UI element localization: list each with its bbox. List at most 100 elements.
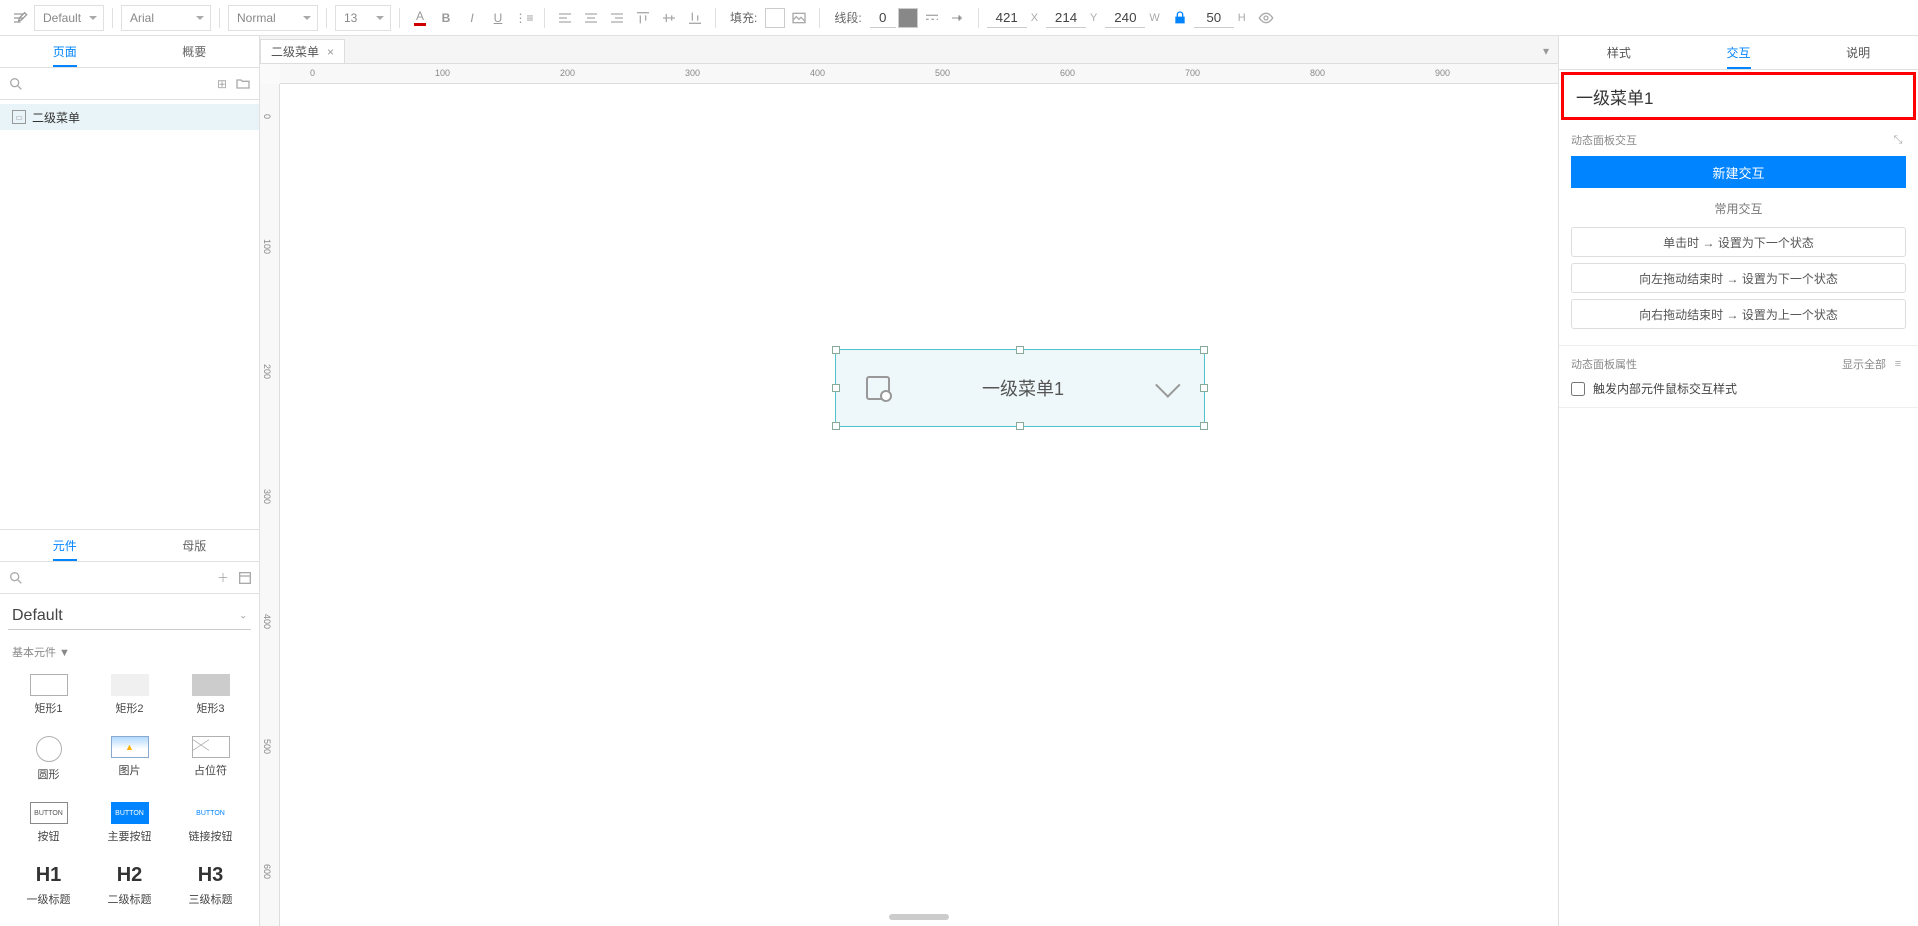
more-text-button[interactable]: ⋮≡	[512, 6, 536, 30]
ruler-tick: 500	[935, 68, 950, 78]
vertical-ruler[interactable]: 0100200300400500600	[260, 84, 280, 926]
library-dropdown[interactable]: Default	[8, 602, 251, 630]
page-tab[interactable]: 二级菜单 ×	[260, 39, 345, 63]
add-folder-icon[interactable]	[235, 76, 251, 92]
trigger-hover-checkbox[interactable]: 触发内部元件鼠标交互样式	[1571, 380, 1906, 397]
canvas[interactable]: 一级菜单1	[280, 84, 1558, 926]
tab-masters[interactable]: 母版	[130, 530, 260, 561]
selected-dynamic-panel[interactable]: 一级菜单1	[835, 349, 1205, 427]
horizontal-ruler[interactable]: 0100200300400500600700800900100011001200	[280, 64, 1558, 84]
element-name-field[interactable]: 一级菜单1	[1561, 72, 1916, 120]
tab-pages[interactable]: 页面	[0, 36, 130, 67]
resize-handle[interactable]	[832, 422, 840, 430]
new-interaction-button[interactable]: 新建交互	[1571, 156, 1906, 188]
x-label: X	[1031, 12, 1038, 24]
widget-item[interactable]: BUTTON链接按钮	[170, 794, 251, 852]
tab-notes[interactable]: 说明	[1798, 36, 1918, 69]
widget-item[interactable]: 矩形1	[8, 666, 89, 724]
pages-search-input[interactable]	[32, 76, 209, 91]
lock-aspect-icon[interactable]	[1168, 6, 1192, 30]
search-icon[interactable]	[8, 570, 24, 586]
w-input[interactable]	[1105, 8, 1145, 28]
ruler-tick: 500	[262, 739, 272, 754]
widget-item[interactable]: BUTTON主要按钮	[89, 794, 170, 852]
interaction-preset-button[interactable]: 向左拖动结束时 → 设置为下一个状态	[1571, 263, 1906, 293]
widget-item[interactable]: 矩形2	[89, 666, 170, 724]
widget-item[interactable]: H2二级标题	[89, 856, 170, 915]
right-panel: 样式 交互 说明 一级菜单1 动态面板交互 ⤡ 新建交互 常用交互 单击时 → …	[1558, 36, 1918, 926]
add-library-icon[interactable]: ＋	[217, 570, 229, 586]
search-icon[interactable]	[8, 76, 24, 92]
show-all-link[interactable]: 显示全部	[1842, 356, 1886, 372]
format-toolbar: Default Arial Normal 13 A B I U ⋮≡ 填充: 线…	[0, 0, 1918, 36]
ruler-tick: 200	[262, 364, 272, 379]
menu-icon[interactable]: ≡	[1890, 356, 1906, 372]
interaction-preset-button[interactable]: 单击时 → 设置为下一个状态	[1571, 227, 1906, 257]
align-center-button[interactable]	[579, 6, 603, 30]
ruler-tick: 0	[310, 68, 315, 78]
resize-handle[interactable]	[1200, 384, 1208, 392]
add-page-icon[interactable]: ⊞	[217, 76, 227, 92]
underline-button[interactable]: U	[486, 6, 510, 30]
font-dropdown[interactable]: Arial	[121, 5, 211, 31]
align-top-button[interactable]	[631, 6, 655, 30]
page-tree-item[interactable]: ▭ 二级菜单	[0, 104, 259, 130]
expand-icon[interactable]: ⤡	[1890, 132, 1906, 148]
fill-image-button[interactable]	[787, 6, 811, 30]
close-tab-icon[interactable]: ×	[327, 45, 334, 59]
ruler-tick: 400	[810, 68, 825, 78]
page-tab-label: 二级菜单	[271, 43, 319, 60]
tab-interactions[interactable]: 交互	[1679, 36, 1799, 69]
widget-item[interactable]: 圆形	[8, 728, 89, 790]
checkbox-label: 触发内部元件鼠标交互样式	[1593, 380, 1737, 397]
widget-item[interactable]: 矩形3	[170, 666, 251, 724]
scrollbar-handle[interactable]	[889, 914, 949, 920]
w-label: W	[1149, 12, 1159, 24]
tab-widgets[interactable]: 元件	[0, 530, 130, 561]
resize-handle[interactable]	[832, 346, 840, 354]
ruler-tick: 800	[1310, 68, 1325, 78]
text-color-button[interactable]: A	[408, 6, 432, 30]
edit-style-icon[interactable]	[8, 6, 32, 30]
checkbox-input[interactable]	[1571, 382, 1585, 396]
bold-button[interactable]: B	[434, 6, 458, 30]
h-input[interactable]	[1194, 8, 1234, 28]
widget-item[interactable]: 占位符	[170, 728, 251, 790]
line-style-button[interactable]	[920, 6, 944, 30]
resize-handle[interactable]	[1016, 422, 1024, 430]
resize-handle[interactable]	[832, 384, 840, 392]
library-options-icon[interactable]	[237, 570, 253, 586]
left-panel: 页面 概要 ⊞ ▭ 二级菜单 元件 母版 ＋	[0, 36, 260, 926]
visibility-icon[interactable]	[1254, 6, 1278, 30]
x-input[interactable]	[987, 8, 1027, 28]
resize-handle[interactable]	[1016, 346, 1024, 354]
resize-handle[interactable]	[1200, 422, 1208, 430]
ruler-tick: 600	[262, 864, 272, 879]
resize-handle[interactable]	[1200, 346, 1208, 354]
tab-outline[interactable]: 概要	[130, 36, 260, 67]
align-left-button[interactable]	[553, 6, 577, 30]
paragraph-dropdown[interactable]: Normal	[228, 5, 318, 31]
style-preset-dropdown[interactable]: Default	[34, 5, 104, 31]
line-arrow-button[interactable]	[946, 6, 970, 30]
align-right-button[interactable]	[605, 6, 629, 30]
align-middle-button[interactable]	[657, 6, 681, 30]
italic-button[interactable]: I	[460, 6, 484, 30]
widget-item[interactable]: H1一级标题	[8, 856, 89, 915]
widget-item[interactable]: BUTTON按钮	[8, 794, 89, 852]
fill-color-swatch[interactable]	[765, 8, 785, 28]
line-width-input[interactable]	[870, 8, 896, 28]
widget-item[interactable]: ▲图片	[89, 728, 170, 790]
page-tabs-menu-icon[interactable]: ▾	[1534, 39, 1558, 63]
library-section-label[interactable]: 基本元件 ▼	[0, 644, 259, 660]
chevron-down-icon	[1155, 372, 1180, 397]
line-color-swatch[interactable]	[898, 8, 918, 28]
align-bottom-button[interactable]	[683, 6, 707, 30]
y-input[interactable]	[1046, 8, 1086, 28]
widget-item[interactable]: H3三级标题	[170, 856, 251, 915]
widgets-search-input[interactable]	[32, 570, 209, 585]
interaction-preset-button[interactable]: 向右拖动结束时 → 设置为上一个状态	[1571, 299, 1906, 329]
fontsize-dropdown[interactable]: 13	[335, 5, 391, 31]
h-label: H	[1238, 12, 1246, 24]
tab-style[interactable]: 样式	[1559, 36, 1679, 69]
